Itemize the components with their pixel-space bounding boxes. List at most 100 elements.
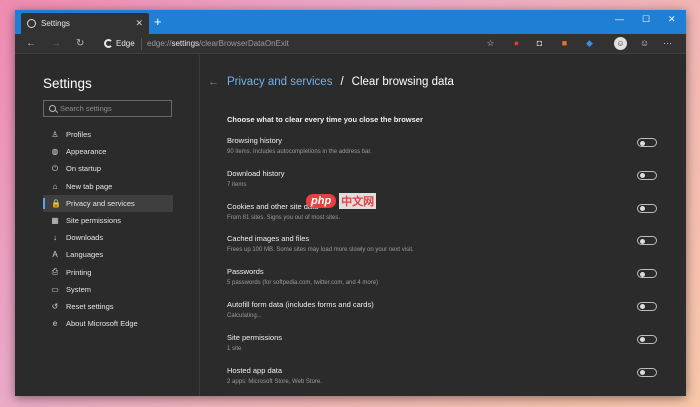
emoji-feedback-icon[interactable]: ☺	[639, 38, 650, 49]
sidebar-item-site-permissions[interactable]: ▦ Site permissions	[43, 212, 173, 229]
more-menu-icon[interactable]: ⋯	[662, 38, 673, 49]
lock-icon: 🔒	[51, 198, 61, 208]
url-prefix: edge://	[147, 39, 172, 48]
toggle-knob	[640, 271, 645, 277]
extension-pocket-icon[interactable]: ◆	[584, 38, 595, 49]
sidebar-item-profiles[interactable]: ♙ Profiles	[43, 126, 173, 143]
toggle-knob	[640, 337, 645, 343]
search-icon	[49, 105, 56, 112]
hosted-app-data-toggle[interactable]	[637, 367, 657, 377]
sidebar-item-languages[interactable]: A Languages	[43, 246, 173, 263]
toggle-knob	[640, 140, 645, 146]
cached-files-toggle[interactable]	[637, 236, 657, 246]
minimize-button[interactable]: —	[615, 14, 624, 24]
option-row-passwords: Passwords 5 passwords (for softpedia.com…	[227, 260, 657, 293]
sidebar-item-new-tab-page[interactable]: ⌂ New tab page	[43, 178, 173, 195]
option-row-cached-files: Cached images and files Frees up 100 MB.…	[227, 227, 657, 260]
option-title: Download history	[227, 168, 285, 178]
download-history-toggle[interactable]	[637, 170, 657, 180]
sidebar-item-label: Printing	[66, 267, 92, 277]
sidebar-item-label: Reset settings	[66, 301, 114, 311]
favorite-star-icon[interactable]: ☆	[485, 38, 496, 49]
sidebar-item-label: On startup	[66, 164, 102, 174]
sidebar-item-label: System	[66, 284, 92, 294]
sidebar-item-appearance[interactable]: ◍ Appearance	[43, 143, 173, 160]
breadcrumb-separator: /	[340, 76, 344, 88]
option-title: Passwords	[227, 267, 264, 277]
close-window-button[interactable]: ✕	[668, 14, 676, 25]
printer-icon: ⎙	[51, 267, 59, 277]
reset-icon: ↺	[51, 301, 59, 311]
watermark: php 中文网	[306, 193, 377, 209]
sidebar-item-about[interactable]: e About Microsoft Edge	[43, 315, 173, 332]
sidebar-item-system[interactable]: ▭ System	[43, 281, 173, 298]
tab-settings[interactable]: Settings ✕	[21, 13, 149, 34]
option-row-cookies: Cookies and other site data From 81 site…	[227, 195, 657, 228]
refresh-icon[interactable]: ↻	[76, 37, 84, 50]
search-box[interactable]	[43, 100, 172, 117]
maximize-button[interactable]: ☐	[642, 14, 650, 25]
option-row-site-permissions: Site permissions 1 site	[227, 326, 657, 359]
back-arrow-icon[interactable]: ←	[208, 76, 219, 88]
palette-icon: ◍	[51, 147, 59, 157]
back-icon[interactable]: ←	[26, 37, 36, 50]
site-permissions-toggle[interactable]	[637, 334, 657, 344]
sidebar-item-label: Appearance	[66, 147, 107, 157]
sidebar-title: Settings	[43, 76, 92, 91]
extension-shield-icon[interactable]: ◘	[534, 38, 545, 49]
browsing-history-toggle[interactable]	[637, 138, 657, 147]
close-tab-icon[interactable]: ✕	[135, 18, 143, 29]
sidebar-item-on-startup[interactable]: ⏻ On startup	[43, 160, 173, 177]
toggle-knob	[640, 206, 645, 212]
profile-avatar-icon[interactable]: ☺	[614, 37, 627, 50]
option-title: Hosted app data	[227, 365, 283, 375]
cookies-toggle[interactable]	[637, 203, 657, 213]
edge-brand-label: Edge	[116, 39, 135, 48]
title-bar: Settings ✕ + — ☐ ✕	[15, 10, 686, 34]
sidebar-item-label: Profiles	[66, 130, 92, 140]
sidebar-item-reset[interactable]: ↺ Reset settings	[43, 298, 173, 315]
autofill-toggle[interactable]	[637, 301, 657, 311]
option-row-browsing-history: Browsing history 90 items. Includes auto…	[227, 129, 657, 162]
option-row-download-history: Download history 7 items	[227, 162, 657, 195]
option-detail: From 81 sites. Signs you out of most sit…	[227, 214, 341, 221]
sidebar-item-printing[interactable]: ⎙ Printing	[43, 264, 173, 281]
url-field[interactable]: edge://settings/clearBrowserDataOnExit	[147, 39, 289, 48]
power-icon: ⏻	[51, 163, 59, 173]
option-title: Cached images and files	[227, 234, 310, 244]
sidebar-item-label: Downloads	[66, 233, 104, 243]
sidebar-item-label: Languages	[66, 250, 104, 260]
option-title: Autofill form data (includes forms and c…	[227, 299, 374, 309]
option-detail: 1 site	[227, 345, 242, 352]
home-icon: ⌂	[52, 181, 58, 191]
settings-nav: ♙ Profiles ◍ Appearance ⏻ On startup ⌂ New t…	[43, 126, 173, 332]
breadcrumb: ← Privacy and services / Clear browsing …	[208, 76, 454, 88]
option-title: Browsing history	[227, 136, 283, 145]
extension-record-icon[interactable]: ●	[511, 38, 522, 49]
gear-icon	[27, 19, 36, 28]
sidebar-item-label: Site permissions	[66, 216, 122, 226]
extension-square-icon[interactable]: ■	[559, 38, 570, 49]
settings-sidebar: Settings ♙ Profiles ◍ Appearance ⏻ On start…	[15, 55, 200, 396]
sidebar-item-downloads[interactable]: ↓ Downloads	[43, 229, 173, 246]
forward-icon[interactable]: →	[51, 37, 61, 50]
new-tab-button[interactable]: +	[154, 14, 162, 30]
option-detail: 5 passwords (for softpedia.com, twitter.…	[227, 280, 379, 287]
sidebar-item-label: New tab page	[66, 181, 113, 191]
option-detail: 7 items	[227, 181, 247, 188]
person-icon: ♙	[51, 130, 59, 140]
edge-logo-icon	[104, 39, 113, 48]
option-detail: 90 items. Includes autocompletions in th…	[227, 149, 372, 155]
passwords-toggle[interactable]	[637, 269, 657, 279]
url-path: /clearBrowserDataOnExit	[199, 39, 289, 48]
tab-title: Settings	[41, 19, 70, 28]
grid-icon: ▦	[51, 216, 59, 226]
breadcrumb-link-privacy[interactable]: Privacy and services	[227, 76, 332, 88]
toggle-knob	[640, 173, 645, 179]
toggle-knob	[640, 370, 645, 376]
search-input[interactable]	[60, 104, 160, 113]
url-divider	[141, 38, 142, 50]
sidebar-item-privacy[interactable]: 🔒 Privacy and services	[43, 194, 173, 212]
clear-options-list: Browsing history 90 items. Includes auto…	[227, 129, 657, 391]
option-row-autofill: Autofill form data (includes forms and c…	[227, 293, 657, 326]
